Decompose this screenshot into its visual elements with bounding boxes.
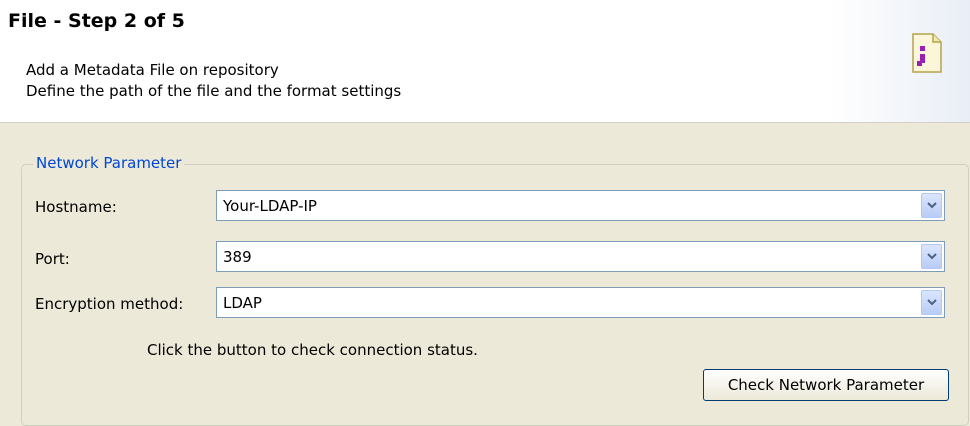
description-line-2: Define the path of the file and the form… [26,82,402,100]
check-network-parameter-button[interactable]: Check Network Parameter [703,369,949,401]
hostname-label: Hostname: [35,198,117,216]
port-combo[interactable]: 389 [216,241,945,272]
chevron-down-icon [927,202,937,209]
port-dropdown-button[interactable] [921,244,942,269]
wizard-title: File - Step 2 of 5 [8,10,185,32]
chevron-down-icon [927,253,937,260]
port-label: Port: [35,250,70,268]
encryption-method-dropdown-button[interactable] [921,290,942,315]
wizard-header: File - Step 2 of 5 Add a Metadata File o… [0,0,970,123]
chevron-down-icon [927,299,937,306]
wizard-description: Add a Metadata File on repository Define… [26,60,401,102]
encryption-method-combo[interactable]: LDAP [216,287,945,318]
file-icon [912,33,942,73]
encryption-method-label: Encryption method: [35,295,184,313]
hostname-combo[interactable]: Your-LDAP-IP [216,190,945,221]
hostname-value: Your-LDAP-IP [223,197,317,215]
group-legend: Network Parameter [33,154,185,172]
wizard-content: Network Parameter Hostname: Your-LDAP-IP… [0,123,970,426]
port-value: 389 [223,248,252,266]
hostname-dropdown-button[interactable] [921,193,942,218]
encryption-method-value: LDAP [223,294,262,312]
description-line-1: Add a Metadata File on repository [26,61,279,79]
connection-hint: Click the button to check connection sta… [147,341,478,359]
